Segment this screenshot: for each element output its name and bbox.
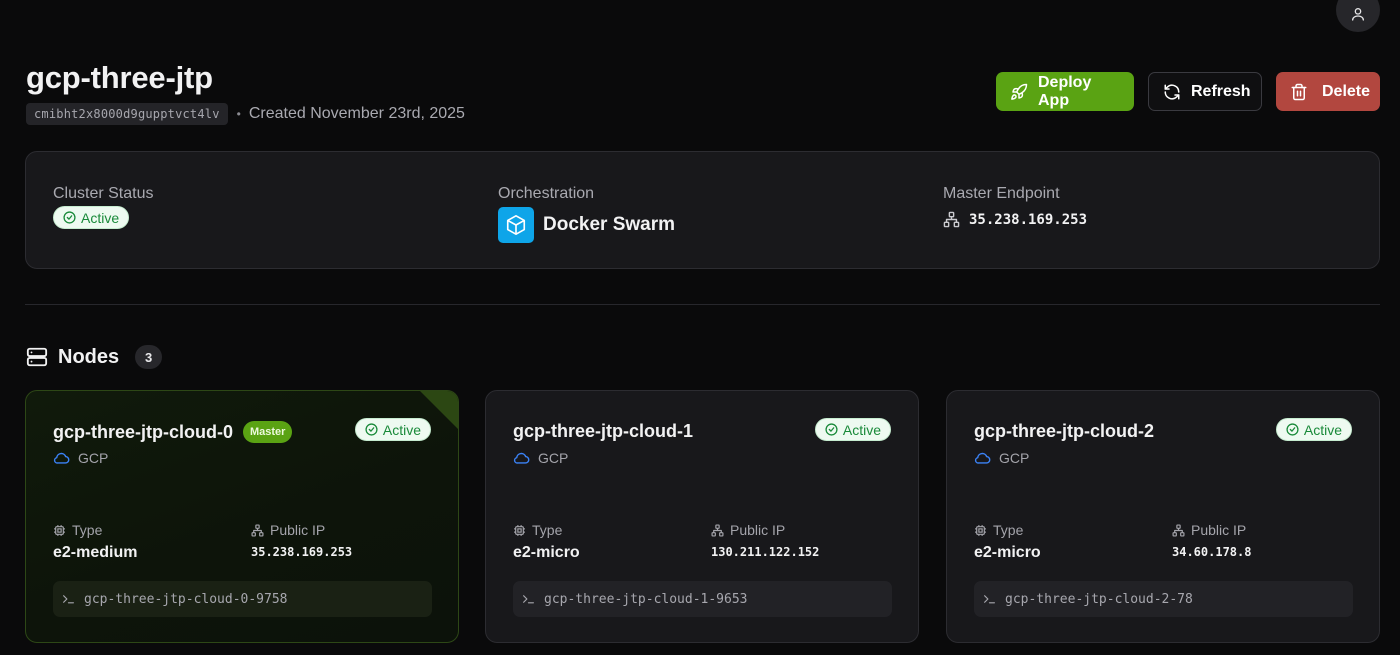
cluster-id-chip[interactable]: cmibht2x8000d9gupptvct4lv	[26, 103, 228, 125]
cpu-icon	[974, 524, 987, 537]
terminal-icon	[983, 593, 996, 605]
node-ip-value[interactable]: 35.238.169.253	[251, 545, 352, 559]
orchestration-value: Docker Swarm	[543, 214, 676, 235]
node-provider-text: GCP	[999, 450, 1030, 466]
master-endpoint-label: Master Endpoint	[943, 185, 1060, 202]
page-title: gcp-three-jtp	[26, 60, 213, 95]
cluster-status-value: Active	[81, 209, 120, 226]
network-icon	[711, 523, 724, 537]
cluster-summary-card: Cluster Status Active Orchestration Dock…	[25, 151, 1380, 269]
node-hostname: gcp-three-jtp-cloud-2-78	[1005, 591, 1193, 607]
node-name-row: gcp-three-jtp-cloud-0 Master	[53, 421, 293, 443]
node-hostname-box[interactable]: gcp-three-jtp-cloud-0-9758	[53, 581, 432, 617]
network-icon	[1172, 523, 1185, 537]
check-circle-icon	[63, 211, 76, 224]
node-ip-label: Public IP	[1191, 522, 1247, 538]
node-type-label: Type	[993, 522, 1024, 538]
master-endpoint-value[interactable]: 35.238.169.253	[969, 212, 1087, 228]
refresh-label: Refresh	[1191, 82, 1251, 100]
node-ip-value[interactable]: 34.60.178.8	[1172, 545, 1251, 559]
nodes-count-badge: 3	[135, 345, 163, 369]
node-type-label: Type	[72, 522, 103, 538]
rocket-icon	[1010, 83, 1028, 101]
cloud-icon	[513, 451, 530, 465]
node-card[interactable]: gcp-three-jtp-cloud-1 Active GCP Type e2…	[485, 390, 919, 643]
orchestration-label: Orchestration	[498, 185, 595, 202]
terminal-icon	[522, 593, 535, 605]
node-status-badge: Active	[1275, 418, 1352, 441]
user-menu-button[interactable]	[1336, 0, 1380, 32]
created-date: Created November 23rd, 2025	[248, 105, 465, 122]
node-name: gcp-three-jtp-cloud-1	[513, 421, 693, 441]
nodes-title: Nodes	[58, 345, 120, 368]
terminal-icon	[62, 593, 75, 605]
node-ip-field: Public IP 34.60.178.8	[1172, 522, 1251, 559]
node-type-field: Type e2-micro	[974, 522, 1041, 562]
node-name-row: gcp-three-jtp-cloud-1	[513, 421, 693, 442]
check-circle-icon	[1286, 423, 1299, 436]
meta-separator: •	[236, 107, 241, 121]
orchestration-field: Orchestration Docker Swarm	[498, 185, 675, 243]
node-provider: GCP	[53, 450, 108, 466]
node-status-text: Active	[1303, 421, 1342, 438]
master-endpoint-field: Master Endpoint 35.238.169.253	[943, 185, 1087, 228]
cloud-icon	[53, 451, 70, 465]
refresh-button[interactable]: Refresh	[1148, 72, 1262, 111]
node-ip-field: Public IP 130.211.122.152	[711, 522, 819, 559]
node-provider: GCP	[974, 450, 1029, 466]
cluster-status-badge: Active	[53, 206, 130, 229]
delete-label: Delete	[1322, 82, 1371, 100]
node-hostname-box[interactable]: gcp-three-jtp-cloud-2-78	[974, 581, 1353, 617]
node-type-label: Type	[532, 522, 563, 538]
node-name: gcp-three-jtp-cloud-0	[53, 421, 233, 442]
cloud-icon	[974, 451, 991, 465]
node-card[interactable]: gcp-three-jtp-cloud-0 Master Active GCP …	[25, 390, 459, 643]
node-type-value: e2-medium	[53, 544, 138, 561]
trash-icon	[1290, 83, 1308, 101]
node-type-field: Type e2-medium	[53, 522, 137, 562]
master-badge: Master	[243, 421, 293, 443]
cluster-status-label: Cluster Status	[53, 185, 154, 202]
node-name-row: gcp-three-jtp-cloud-2	[974, 421, 1154, 442]
server-icon	[26, 346, 48, 368]
deploy-app-button[interactable]: Deploy App	[996, 72, 1134, 111]
node-provider-text: GCP	[538, 450, 569, 466]
node-hostname: gcp-three-jtp-cloud-0-9758	[84, 591, 288, 607]
cluster-meta: cmibht2x8000d9gupptvct4lv • Created Nove…	[26, 103, 465, 125]
check-circle-icon	[365, 423, 378, 436]
node-provider: GCP	[513, 450, 568, 466]
refresh-icon	[1163, 83, 1181, 101]
node-hostname-box[interactable]: gcp-three-jtp-cloud-1-9653	[513, 581, 892, 617]
node-status-badge: Active	[354, 418, 431, 441]
node-type-field: Type e2-micro	[513, 522, 580, 562]
check-circle-icon	[825, 423, 838, 436]
cpu-icon	[513, 524, 526, 537]
node-ip-label: Public IP	[270, 522, 326, 538]
header-actions: Deploy App Refresh Delete	[996, 72, 1380, 111]
network-icon	[251, 523, 264, 537]
cluster-status-field: Cluster Status Active	[53, 185, 153, 229]
cpu-icon	[53, 524, 66, 537]
delete-button[interactable]: Delete	[1276, 72, 1380, 111]
node-ip-label: Public IP	[730, 522, 786, 538]
network-icon	[943, 211, 960, 228]
node-status-text: Active	[842, 421, 881, 438]
node-card[interactable]: gcp-three-jtp-cloud-2 Active GCP Type e2…	[946, 390, 1380, 643]
node-provider-text: GCP	[78, 450, 109, 466]
section-divider	[25, 304, 1380, 305]
nodes-section-header: Nodes 3	[26, 345, 163, 369]
user-icon	[1350, 6, 1366, 22]
node-type-value: e2-micro	[974, 544, 1041, 561]
node-ip-field: Public IP 35.238.169.253	[251, 522, 352, 559]
deploy-app-label: Deploy App	[1038, 73, 1092, 109]
node-name: gcp-three-jtp-cloud-2	[974, 421, 1154, 441]
node-ip-value[interactable]: 130.211.122.152	[711, 545, 819, 559]
cube-icon	[498, 207, 534, 243]
node-type-value: e2-micro	[513, 544, 580, 561]
node-status-badge: Active	[814, 418, 891, 441]
node-status-text: Active	[382, 421, 421, 438]
node-hostname: gcp-three-jtp-cloud-1-9653	[544, 591, 748, 607]
